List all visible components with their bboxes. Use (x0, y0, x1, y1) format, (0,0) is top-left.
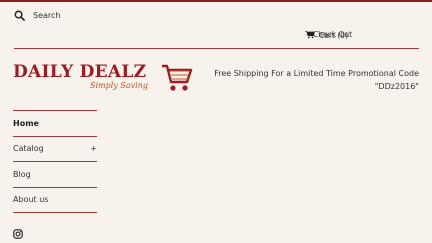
search-bar[interactable]: Search (14, 10, 60, 21)
instagram-icon[interactable] (13, 224, 23, 243)
logo-tagline: Simply Saving (90, 81, 148, 90)
nav-item-about[interactable]: About us (13, 188, 97, 213)
nav-item-label: Home (13, 118, 39, 128)
promo-banner: Free Shipping For a Limited Time Promoti… (200, 67, 419, 93)
search-icon[interactable] (14, 10, 25, 21)
checkout-link[interactable]: Check Out (313, 30, 352, 39)
nav-item-label: About us (13, 195, 49, 205)
nav-item-label: Catalog (13, 144, 44, 154)
promo-line-2: "DDz2016" (374, 82, 419, 91)
nav-item-catalog[interactable]: Catalog + (13, 137, 97, 162)
logo-cart-icon (161, 62, 193, 98)
search-input[interactable]: Search (33, 11, 60, 20)
nav-item-blog[interactable]: Blog (13, 162, 97, 188)
nav-item-home[interactable]: Home (13, 111, 97, 137)
expand-icon[interactable]: + (90, 144, 97, 153)
promo-line-1: Free Shipping For a Limited Time Promoti… (214, 69, 419, 78)
site-logo[interactable]: DAILY DEALZ Simply Saving (13, 60, 193, 96)
sidebar-nav: Home Catalog + Blog About us (13, 110, 97, 213)
nav-item-label: Blog (13, 169, 31, 179)
header-divider (14, 48, 419, 49)
logo-name: DAILY DEALZ (13, 62, 147, 82)
